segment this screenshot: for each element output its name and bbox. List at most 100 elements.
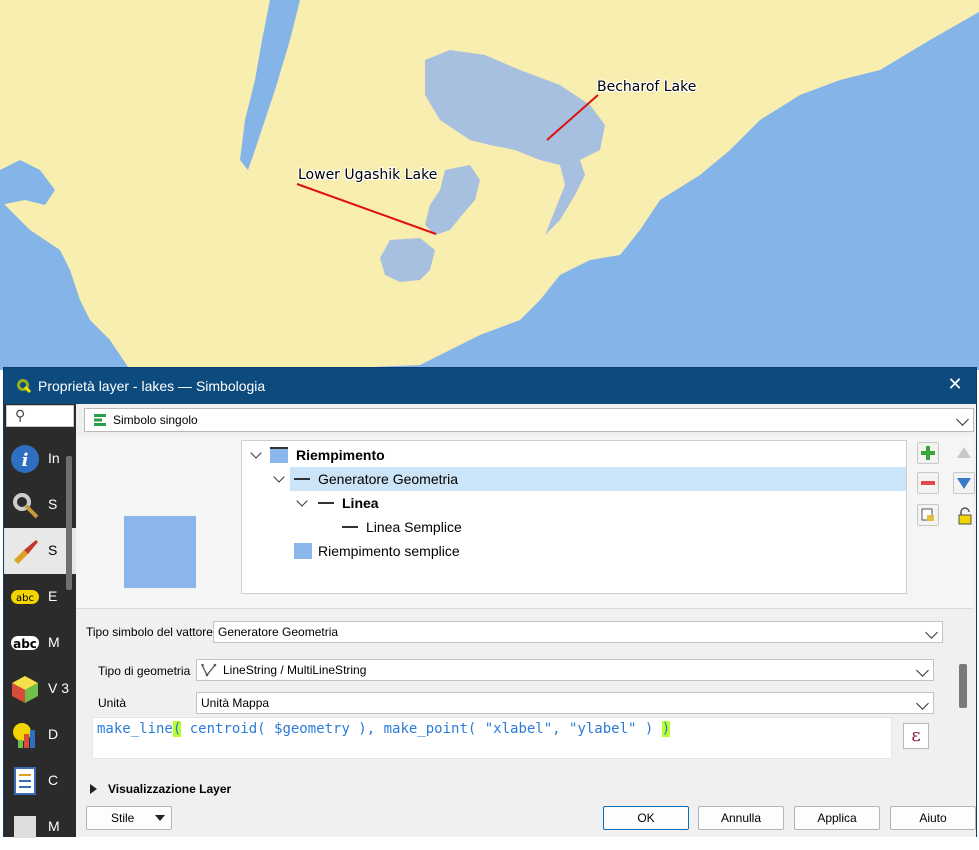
- units-value: Unità Mappa: [201, 696, 270, 710]
- geometry-expression-code: make_line( centroid( $geometry ), make_p…: [97, 721, 671, 737]
- symbol-layer-type-label: Tipo simbolo del vattore: [86, 625, 213, 639]
- land-area: [0, 0, 979, 370]
- chevron-down-icon[interactable]: [273, 471, 285, 483]
- info-icon: i: [11, 445, 39, 473]
- search-icon: ⚲: [15, 408, 26, 424]
- dropdown-arrow-icon: [155, 815, 165, 821]
- renderer-type-value: Simbolo singolo: [113, 413, 198, 427]
- fill-symbol-icon: [270, 447, 288, 463]
- close-icon[interactable]: ✕: [944, 374, 966, 396]
- layer-rendering-label: Visualizzazione Layer: [108, 782, 232, 796]
- tree-row-label: Riempimento semplice: [318, 543, 460, 559]
- source-icon: [13, 493, 39, 519]
- sidebar-item-diagrams[interactable]: D: [4, 712, 76, 758]
- duplicate-symbol-layer-button[interactable]: [917, 504, 939, 526]
- style-menu-button[interactable]: Stile: [86, 806, 172, 830]
- fields-icon: [14, 767, 36, 795]
- form-icon: [14, 816, 36, 838]
- sidebar-item-label: D: [48, 726, 59, 742]
- map-label-becharof: Becharof Lake: [597, 79, 697, 95]
- tree-row-simple-line[interactable]: Linea Semplice: [242, 515, 906, 539]
- chevron-down-icon[interactable]: [296, 495, 308, 507]
- symbol-layer-type-combo[interactable]: Generatore Geometria: [213, 621, 943, 643]
- sidebar-item-label: M: [48, 634, 60, 650]
- dialog-title: Proprietà layer - lakes — Simbologia: [38, 378, 266, 394]
- chevron-down-icon[interactable]: [250, 447, 262, 459]
- expr-function-token: make_line: [97, 721, 173, 737]
- tree-row-label: Linea Semplice: [366, 519, 462, 535]
- sidebar-item-masks[interactable]: abc M: [4, 620, 76, 666]
- units-combo[interactable]: Unità Mappa: [196, 692, 934, 714]
- symbol-preview: [124, 516, 196, 588]
- expr-arguments: centroid( $geometry ), make_point( "xlab…: [181, 721, 662, 737]
- linestring-icon: [201, 663, 217, 677]
- chevron-down-icon: [956, 413, 969, 426]
- geometry-type-value: LineString / MultiLineString: [223, 663, 367, 677]
- tree-row-fill[interactable]: Riempimento: [242, 443, 906, 467]
- cancel-button[interactable]: Annulla: [698, 806, 784, 830]
- geometry-expression-editor[interactable]: make_line( centroid( $geometry ), make_p…: [92, 717, 892, 759]
- sidebar-item-form[interactable]: M: [4, 804, 76, 850]
- labels-icon: abc: [11, 590, 39, 604]
- geometry-type-label: Tipo di geometria: [98, 664, 191, 678]
- sidebar-search-input[interactable]: ⚲: [6, 405, 74, 427]
- tree-row-line[interactable]: Linea: [242, 491, 906, 515]
- sidebar-item-3d-view[interactable]: V 3: [4, 666, 76, 712]
- tree-row-simple-fill[interactable]: Riempimento semplice: [242, 539, 906, 563]
- sidebar-item-label: C: [48, 772, 59, 788]
- symbology-icon: [14, 540, 38, 564]
- fill-symbol-icon: [294, 543, 312, 559]
- sidebar-item-fields[interactable]: C: [4, 758, 76, 804]
- plus-icon: [921, 446, 935, 460]
- arrow-down-icon: [957, 478, 971, 489]
- diagrams-icon: [13, 723, 35, 748]
- apply-button[interactable]: Applica: [794, 806, 880, 830]
- move-up-button[interactable]: [953, 442, 975, 464]
- duplicate-icon: [921, 508, 934, 521]
- map-canvas[interactable]: Becharof Lake Lower Ugashik Lake: [0, 0, 979, 370]
- lock-icon: [958, 507, 972, 525]
- remove-symbol-layer-button[interactable]: [917, 472, 939, 494]
- minus-icon: [921, 481, 935, 485]
- chevron-down-icon: [916, 697, 929, 710]
- single-symbol-icon: [94, 414, 106, 426]
- expression-builder-button[interactable]: ε: [903, 723, 929, 749]
- geometry-type-combo[interactable]: LineString / MultiLineString: [196, 659, 934, 681]
- layer-properties-dialog: Proprietà layer - lakes — Simbologia ✕ ⚲…: [3, 367, 977, 838]
- lock-layer-button[interactable]: [953, 504, 975, 526]
- tree-row-label: Riempimento: [296, 447, 385, 463]
- sidebar-scrollbar[interactable]: [66, 456, 72, 590]
- 3d-view-icon: [12, 676, 38, 703]
- move-down-button[interactable]: [953, 472, 975, 494]
- renderer-type-combo[interactable]: Simbolo singolo: [84, 408, 974, 432]
- tree-row-label: Generatore Geometria: [318, 471, 459, 487]
- add-symbol-layer-button[interactable]: [917, 442, 939, 464]
- symbol-layer-tree: Riempimento Generatore Geometria Linea L…: [241, 440, 907, 594]
- sidebar-item-label: V 3: [48, 680, 70, 696]
- tree-row-label: Linea: [342, 495, 379, 511]
- sidebar-item-label: M: [48, 818, 60, 834]
- svg-text:i: i: [22, 450, 29, 471]
- style-button-label: Stile: [111, 811, 135, 825]
- chevron-down-icon: [916, 664, 929, 677]
- ok-button[interactable]: OK: [603, 806, 689, 830]
- settings-scrollbar[interactable]: [959, 664, 967, 708]
- symbol-selector: Riempimento Generatore Geometria Linea L…: [76, 436, 976, 837]
- tree-row-geometry-generator[interactable]: Generatore Geometria: [290, 467, 906, 491]
- expand-arrow-icon[interactable]: [90, 784, 97, 794]
- map-label-lower-ugashik: Lower Ugashik Lake: [298, 167, 438, 183]
- symbology-panel: Simbolo singolo Riempimento Generatore G…: [76, 404, 976, 837]
- line-symbol-icon: [342, 526, 358, 528]
- chevron-down-icon: [925, 626, 938, 639]
- qgis-logo-icon: [17, 379, 32, 394]
- svg-text:abc: abc: [16, 593, 34, 604]
- svg-text:abc: abc: [13, 637, 37, 651]
- line-symbol-icon: [318, 502, 334, 504]
- sidebar-item-label: E: [48, 588, 58, 604]
- units-label: Unità: [98, 696, 127, 710]
- dialog-titlebar: Proprietà layer - lakes — Simbologia ✕: [4, 368, 976, 404]
- line-symbol-icon: [294, 478, 310, 480]
- arrow-up-icon: [957, 447, 971, 458]
- help-button[interactable]: Aiuto: [890, 806, 976, 830]
- map-features: [0, 0, 979, 370]
